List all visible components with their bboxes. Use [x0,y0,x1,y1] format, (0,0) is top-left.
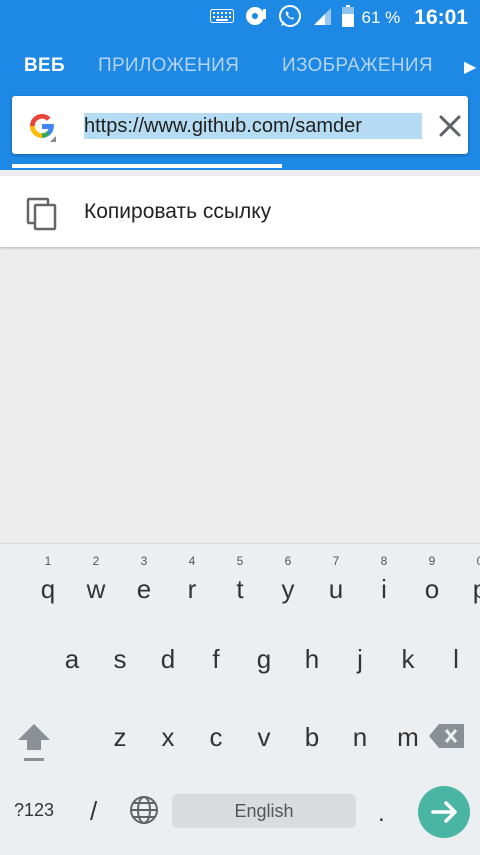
enter-button[interactable] [418,786,470,838]
key-s[interactable]: s [72,644,127,684]
google-g-icon[interactable] [26,110,58,142]
key-r[interactable]: 4r [144,544,197,614]
copy-link-suggestion[interactable]: Копировать ссылку [0,176,480,248]
battery-percentage: 61 % [361,8,401,27]
key-f[interactable]: f [168,644,219,684]
tab-apps[interactable]: ПРИЛОЖЕНИЯ [98,55,239,77]
backspace-icon[interactable] [428,722,466,750]
key-z[interactable]: z [72,722,127,762]
copy-icon [26,197,58,231]
key-h[interactable]: h [264,644,319,684]
symbols-key[interactable]: ?123 [14,800,54,821]
key-o[interactable]: 9o [384,544,439,614]
onscreen-keyboard: 1q 2w 3e 4r 5t 6y 7u 8i 9o 0p a s d f g … [0,543,480,855]
clock: 16:01 [414,6,468,29]
app-header: ВЕБ ПРИЛОЖЕНИЯ ИЗОБРАЖЕНИЯ ▶ https://www… [0,36,480,170]
key-u[interactable]: 7u [288,544,343,614]
key-v[interactable]: v [216,722,271,762]
sync-icon [244,4,268,33]
key-y[interactable]: 6y [240,544,295,614]
status-bar: 61 % 16:01 [0,0,480,36]
copy-link-label: Копировать ссылку [84,200,272,223]
key-x[interactable]: x [120,722,175,762]
spacebar[interactable]: English [172,794,356,828]
key-q[interactable]: 1q [0,544,55,614]
key-m[interactable]: m [360,722,419,762]
clear-icon[interactable] [436,112,464,140]
key-k[interactable]: k [360,644,415,684]
key-w[interactable]: 2w [48,544,106,614]
arrow-right-icon [431,801,457,823]
search-underline [12,164,282,168]
whatsapp-icon [278,4,302,33]
key-l[interactable]: l [408,644,459,684]
keyboard-icon [209,8,234,28]
key-b[interactable]: b [264,722,319,762]
key-n[interactable]: n [312,722,367,762]
globe-icon[interactable] [128,794,160,826]
battery-icon [341,4,354,32]
key-i[interactable]: 8i [336,544,388,614]
signal-icon [312,6,332,31]
key-t[interactable]: 5t [192,544,243,614]
key-p[interactable]: 0p [432,544,480,614]
tab-strip: ВЕБ ПРИЛОЖЕНИЯ ИЗОБРАЖЕНИЯ ▶ [0,36,480,96]
key-j[interactable]: j [312,644,363,684]
period-key[interactable]: . [378,800,385,828]
search-box: https://www.github.com/samder [12,96,468,154]
url-input[interactable]: https://www.github.com/samder [84,113,422,139]
more-tabs-arrow-icon[interactable]: ▶ [464,57,476,77]
slash-key[interactable]: / [90,796,97,827]
tab-web[interactable]: ВЕБ [24,55,65,77]
key-g[interactable]: g [216,644,271,684]
shift-key-icon[interactable] [14,720,54,764]
tab-images[interactable]: ИЗОБРАЖЕНИЯ [282,55,433,77]
key-d[interactable]: d [120,644,175,684]
key-c[interactable]: c [168,722,223,762]
key-a[interactable]: a [24,644,79,684]
key-e[interactable]: 3e [96,544,151,614]
